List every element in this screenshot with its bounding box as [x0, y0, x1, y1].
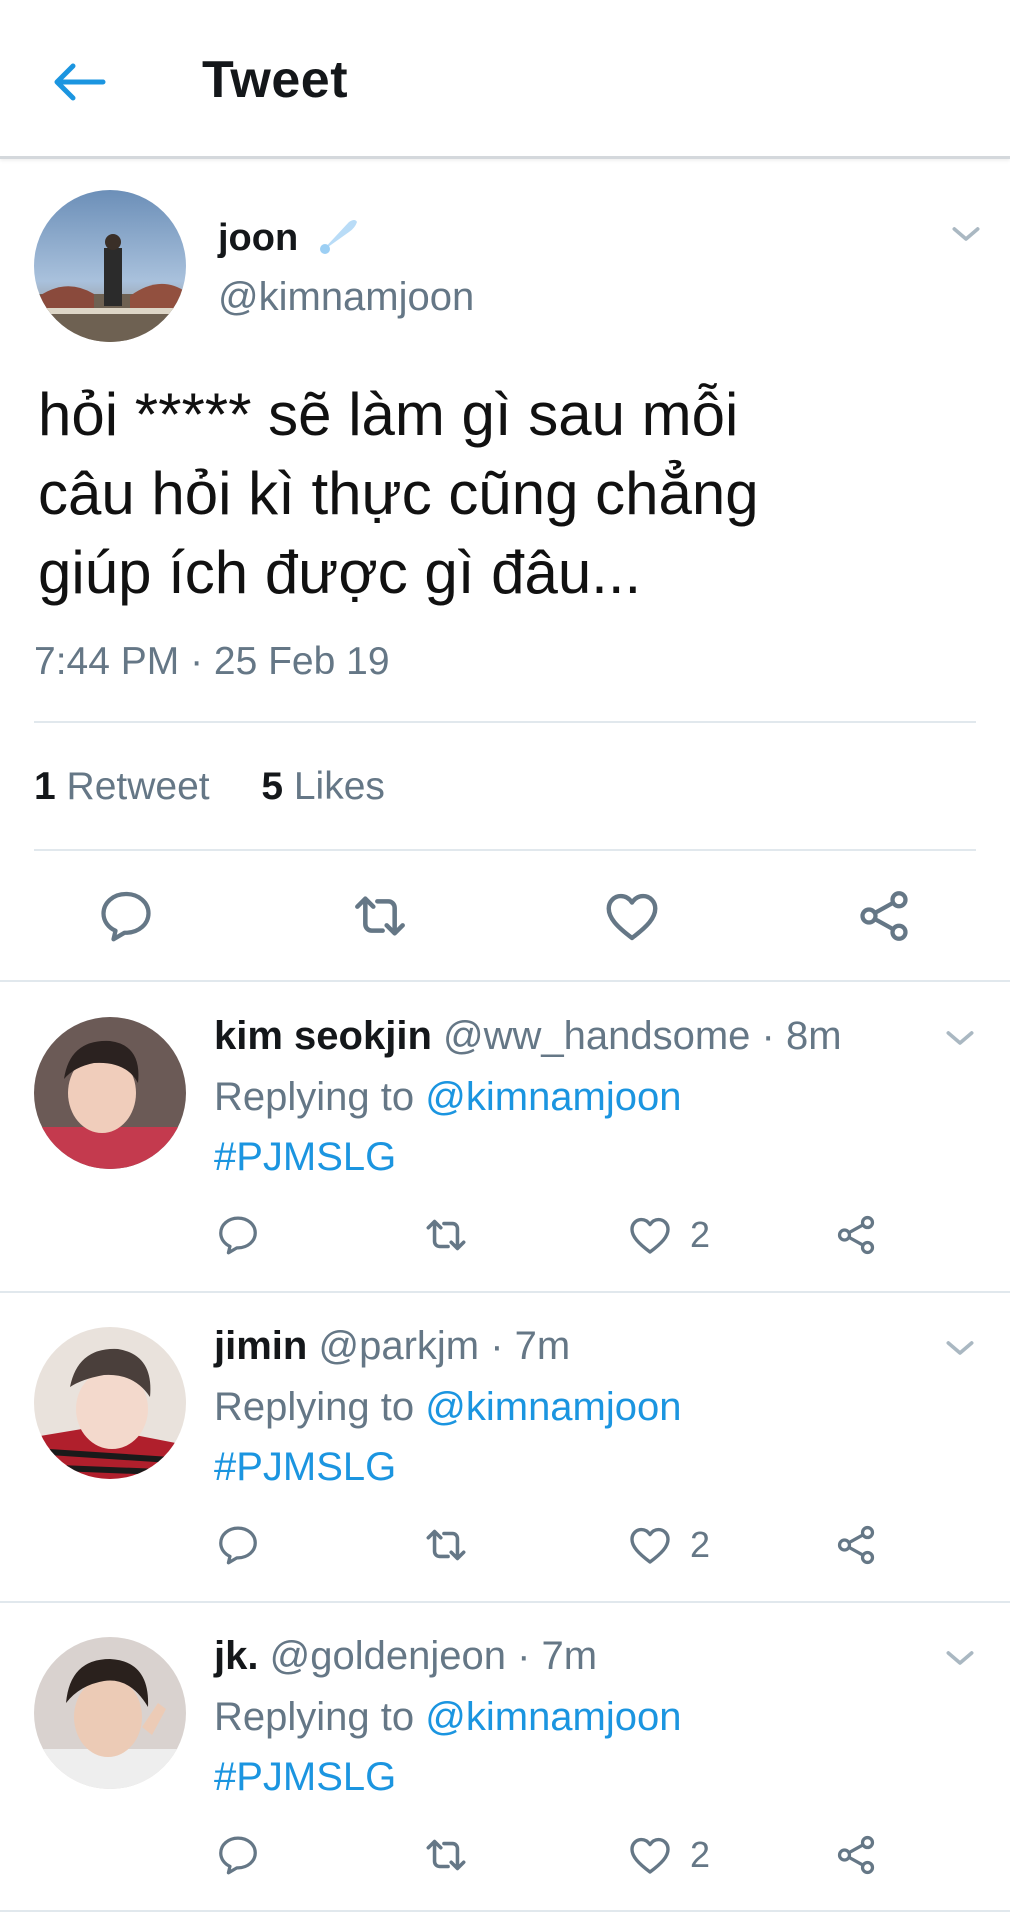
share-button[interactable] [828, 1830, 884, 1880]
reply-author-name[interactable]: jk. [214, 1634, 258, 1678]
retweet-icon [421, 1520, 471, 1570]
avatar[interactable] [34, 1017, 186, 1169]
retweet-button[interactable] [418, 1210, 474, 1260]
like-count: 2 [690, 1524, 711, 1565]
avatar[interactable] [34, 1327, 186, 1479]
reply-author-name[interactable]: kim seokjin [214, 1014, 432, 1058]
likes-stat[interactable]: 5 Likes [261, 765, 385, 808]
author-handle[interactable]: @kimnamjoon [218, 272, 474, 322]
separator [0, 1910, 1010, 1912]
tweet-timestamp: 7:44 PM · 25 Feb 19 [34, 640, 390, 683]
reply-author-handle[interactable]: @goldenjeon [270, 1634, 506, 1678]
chevron-down-icon[interactable] [946, 214, 986, 254]
tweet-stats: 1 Retweet 5 Likes [34, 762, 385, 812]
share-icon [854, 886, 914, 946]
retweet-stat[interactable]: 1 Retweet [34, 765, 210, 808]
reply-time: · 7m [490, 1324, 571, 1368]
like-button[interactable] [622, 1520, 678, 1570]
reply-author-handle[interactable]: @parkjm [318, 1324, 479, 1368]
like-button[interactable] [622, 1210, 678, 1260]
retweet-icon [421, 1210, 471, 1260]
reply-author-name[interactable]: jimin [214, 1324, 307, 1368]
retweet-button[interactable] [418, 1830, 474, 1880]
heart-icon [626, 1831, 674, 1879]
share-button[interactable] [828, 1520, 884, 1570]
reply-icon [215, 1522, 261, 1568]
reply-author-handle[interactable]: @ww_handsome [443, 1014, 750, 1058]
reply-button[interactable] [90, 884, 162, 948]
like-count: 2 [690, 1834, 711, 1875]
share-icon [833, 1522, 879, 1568]
reply-button[interactable] [210, 1210, 266, 1260]
share-button[interactable] [848, 884, 920, 948]
chevron-down-icon[interactable] [940, 1638, 980, 1678]
replying-label: Replying to [214, 1075, 415, 1119]
author-name[interactable]: joon [218, 214, 359, 262]
reply-time: · 7m [517, 1634, 598, 1678]
heart-icon [626, 1521, 674, 1569]
share-icon [833, 1832, 879, 1878]
separator [0, 1601, 1010, 1603]
comet-icon [319, 220, 357, 254]
like-button[interactable] [622, 1830, 678, 1880]
avatar[interactable] [34, 190, 186, 342]
reply-icon [96, 886, 156, 946]
separator [0, 1291, 1010, 1293]
tweet-text: hỏi ***** sẽ làm gì sau mỗi câu hỏi kì t… [38, 381, 759, 606]
like-count: 2 [690, 1214, 711, 1255]
avatar[interactable] [34, 1637, 186, 1789]
hashtag-link[interactable]: #PJMSLG [214, 1131, 396, 1183]
heart-icon [626, 1211, 674, 1259]
reply-icon [215, 1832, 261, 1878]
page-title: Tweet [202, 51, 349, 109]
replying-to-link[interactable]: @kimnamjoon [425, 1695, 681, 1739]
divider [34, 721, 976, 723]
retweet-icon [421, 1830, 471, 1880]
replying-label: Replying to [214, 1695, 415, 1739]
hashtag-link[interactable]: #PJMSLG [214, 1441, 396, 1493]
share-icon [833, 1212, 879, 1258]
reply-time: · 8m [761, 1014, 842, 1058]
retweet-icon [348, 884, 412, 948]
retweet-button[interactable] [418, 1520, 474, 1570]
separator [0, 980, 1010, 982]
back-arrow-icon[interactable] [48, 50, 112, 114]
chevron-down-icon[interactable] [940, 1018, 980, 1058]
heart-icon [601, 885, 663, 947]
reply-icon [215, 1212, 261, 1258]
top-bar: Tweet [0, 0, 1010, 159]
like-button[interactable] [596, 884, 668, 948]
reply-button[interactable] [210, 1830, 266, 1880]
retweet-button[interactable] [344, 884, 416, 948]
replying-to-link[interactable]: @kimnamjoon [425, 1075, 681, 1119]
reply-button[interactable] [210, 1520, 266, 1570]
chevron-down-icon[interactable] [940, 1328, 980, 1368]
replying-to-link[interactable]: @kimnamjoon [425, 1385, 681, 1429]
divider [34, 849, 976, 851]
hashtag-link[interactable]: #PJMSLG [214, 1751, 396, 1803]
replying-label: Replying to [214, 1385, 415, 1429]
share-button[interactable] [828, 1210, 884, 1260]
